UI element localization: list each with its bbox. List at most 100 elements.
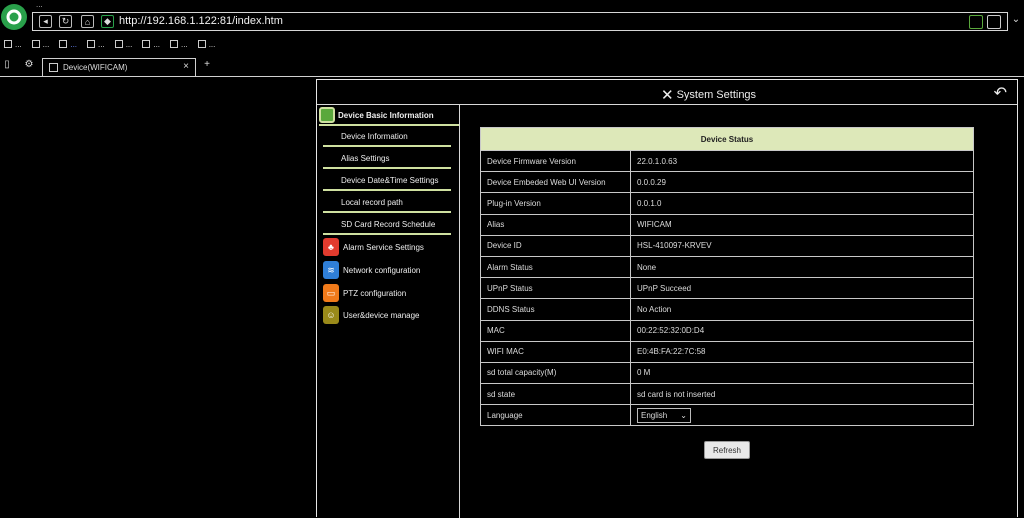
table-row-language: Language English ⌄ xyxy=(481,404,973,426)
table-row: DDNS Status No Action xyxy=(481,298,973,320)
sidebar-item-device-information[interactable]: Device Information xyxy=(323,129,451,147)
row-value: UPnP Succeed xyxy=(637,283,692,293)
row-value: No Action xyxy=(637,304,672,314)
favorite-item[interactable]: ... xyxy=(31,40,49,49)
favorite-item[interactable]: ... xyxy=(114,40,132,49)
tab-scroll-left-icon[interactable]: ▯ xyxy=(0,59,14,74)
favorite-item[interactable]: ... xyxy=(170,40,188,49)
sidebar-item-alias-settings[interactable]: Alias Settings xyxy=(323,151,451,169)
back-arrow-icon[interactable]: ◂ xyxy=(39,15,52,28)
table-title: Device Status xyxy=(481,128,973,150)
settings-frame: ✕ System Settings ↶ Device Basic Informa… xyxy=(316,79,1018,518)
row-label: Alarm Status xyxy=(481,256,631,278)
new-tab-icon[interactable]: + xyxy=(200,59,214,74)
tab-bar: ▯ ⚙ Device(WIFICAM) × + xyxy=(0,57,1024,77)
table-row: Device ID HSL-410097-KRVEV xyxy=(481,234,973,256)
sidebar-section-basic-info[interactable]: Device Basic Information xyxy=(319,106,459,126)
page-title: System Settings xyxy=(676,89,757,101)
row-value: 0.0.1.0 xyxy=(637,198,662,208)
chevron-down-icon: ⌄ xyxy=(680,410,687,420)
table-row: sd total capacity(M) 0 M xyxy=(481,361,973,384)
table-row: Plug-in Version 0.0.1.0 xyxy=(481,192,973,214)
row-label: Language xyxy=(481,405,631,426)
sidebar: Device Basic Information Device Informat… xyxy=(317,105,460,518)
sidebar-item-sd-record-schedule[interactable]: SD Card Record Schedule xyxy=(323,217,451,235)
row-label: Alias xyxy=(481,214,631,235)
bookmark-icon xyxy=(59,40,68,48)
alarm-icon: ♣ xyxy=(323,238,339,256)
bookmark-icon xyxy=(31,40,40,48)
wifi-icon: ≋ xyxy=(323,261,339,279)
favorite-item[interactable]: ... xyxy=(142,40,160,49)
row-value: 0.0.0.29 xyxy=(637,177,666,187)
row-label: sd state xyxy=(481,384,631,405)
table-row: Alarm Status None xyxy=(481,255,973,278)
row-label: UPnP Status xyxy=(481,278,631,299)
bookmark-icon xyxy=(87,40,96,48)
list-icon[interactable] xyxy=(987,15,1001,29)
row-value: 0 M xyxy=(637,368,651,378)
row-label: sd total capacity(M) xyxy=(481,362,631,384)
settings-icon[interactable]: ⚙ xyxy=(22,59,36,74)
tab-title: Device(WIFICAM) xyxy=(63,63,128,72)
sidebar-item-ptz-configuration[interactable]: ▭ PTZ configuration xyxy=(323,283,457,303)
table-row: UPnP Status UPnP Succeed xyxy=(481,277,973,299)
row-value: E0:4B:FA:22:7C:58 xyxy=(637,347,706,357)
window-title: ... xyxy=(36,0,43,9)
chevron-down-icon[interactable]: ⌄ xyxy=(1009,14,1023,30)
bookmark-icon xyxy=(197,40,206,48)
row-value: HSL-410097-KRVEV xyxy=(637,241,712,251)
browser-logo-icon xyxy=(1,4,27,30)
users-icon: ☺ xyxy=(323,306,339,324)
sidebar-item-date-time-settings[interactable]: Device Date&Time Settings xyxy=(323,173,451,191)
row-value: 22.0.1.0.63 xyxy=(637,156,678,166)
row-label: Device Firmware Version xyxy=(481,151,631,172)
row-label: WIFI MAC xyxy=(481,341,631,362)
refresh-button[interactable]: Refresh xyxy=(704,441,750,459)
camera-icon: ▭ xyxy=(323,284,339,302)
shield-icon: ◆ xyxy=(101,15,114,28)
bookmark-icon xyxy=(114,40,123,48)
sidebar-item-network-configuration[interactable]: ≋ Network configuration xyxy=(323,260,457,280)
back-icon[interactable]: ↶ xyxy=(994,83,1007,103)
row-label: DDNS Status xyxy=(481,299,631,320)
row-value: sd card is not inserted xyxy=(637,389,716,399)
row-label: MAC xyxy=(481,320,631,341)
page-icon xyxy=(49,63,58,72)
favorite-item[interactable]: ... xyxy=(59,40,77,49)
url-text[interactable]: http://192.168.1.122:81/index.htm xyxy=(119,15,283,27)
table-row: Alias WIFICAM xyxy=(481,213,973,235)
row-value: None xyxy=(637,262,657,272)
tools-icon: ✕ xyxy=(661,87,674,104)
favorite-item[interactable]: ... xyxy=(4,40,22,49)
tab-device[interactable]: Device(WIFICAM) × xyxy=(42,58,196,76)
address-bar[interactable]: ◂ ↻ ⌂ ◆ http://192.168.1.122:81/index.ht… xyxy=(32,12,1008,31)
bookmark-icon xyxy=(142,40,151,48)
home-icon[interactable]: ⌂ xyxy=(81,15,94,28)
favorite-item[interactable]: ... xyxy=(87,40,105,49)
row-value: 00:22:52:32:0D:D4 xyxy=(637,326,705,336)
bookmark-icon xyxy=(4,40,12,48)
main-content: Device Status Device Firmware Version 22.… xyxy=(460,105,997,518)
sidebar-item-local-record-path[interactable]: Local record path xyxy=(323,195,451,213)
bookmark-icon xyxy=(170,40,179,48)
device-status-table: Device Status Device Firmware Version 22.… xyxy=(480,127,974,427)
language-select[interactable]: English ⌄ xyxy=(637,407,691,423)
row-label: Device Embeded Web UI Version xyxy=(481,172,631,193)
table-row: sd state sd card is not inserted xyxy=(481,383,973,405)
table-row: MAC 00:22:52:32:0D:D4 xyxy=(481,319,973,341)
close-icon[interactable]: × xyxy=(183,61,189,72)
sidebar-item-user-device-manage[interactable]: ☺ User&device manage xyxy=(323,305,457,325)
grid-icon[interactable] xyxy=(969,15,983,29)
table-row: Device Embeded Web UI Version 0.0.0.29 xyxy=(481,171,973,193)
favorites-bar: ... ... ... ... ... ... ... ... xyxy=(0,35,1024,53)
table-row: WIFI MAC E0:4B:FA:22:7C:58 xyxy=(481,340,973,362)
reload-icon[interactable]: ↻ xyxy=(59,15,72,28)
row-label: Device ID xyxy=(481,235,631,256)
table-row: Device Firmware Version 22.0.1.0.63 xyxy=(481,150,973,172)
row-label: Plug-in Version xyxy=(481,193,631,214)
row-value: WIFICAM xyxy=(637,220,672,230)
info-icon xyxy=(319,107,335,123)
favorite-item[interactable]: ... xyxy=(197,40,215,49)
sidebar-item-alarm-service[interactable]: ♣ Alarm Service Settings xyxy=(323,237,457,257)
